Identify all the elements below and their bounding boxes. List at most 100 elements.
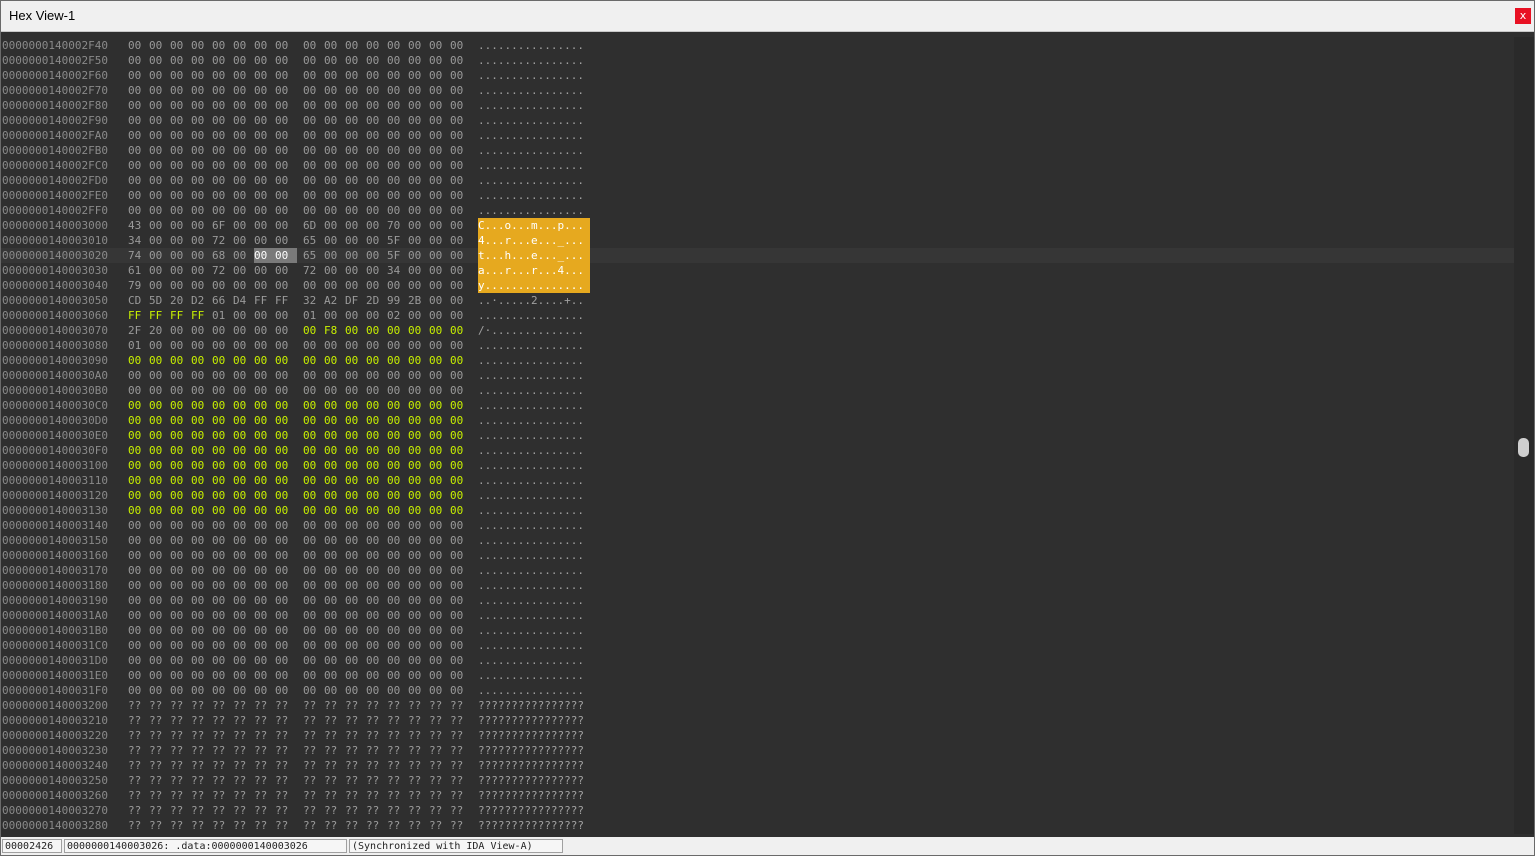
hex-byte[interactable]: 00 xyxy=(387,368,409,383)
hex-byte[interactable]: 00 xyxy=(275,263,297,278)
hex-byte[interactable]: ?? xyxy=(170,698,192,713)
hex-byte[interactable]: 00 xyxy=(429,128,451,143)
hex-byte[interactable]: 00 xyxy=(212,158,234,173)
hex-byte[interactable]: 00 xyxy=(275,473,297,488)
hex-byte[interactable]: ?? xyxy=(450,728,472,743)
hex-byte[interactable]: 00 xyxy=(233,608,255,623)
hex-byte[interactable]: ?? xyxy=(366,743,388,758)
hex-byte[interactable]: 00 xyxy=(366,458,388,473)
hex-byte[interactable]: ?? xyxy=(212,713,234,728)
hex-byte[interactable]: ?? xyxy=(233,818,255,833)
hex-byte[interactable]: 00 xyxy=(170,218,192,233)
hex-byte[interactable]: ?? xyxy=(450,773,472,788)
hex-byte[interactable]: 00 xyxy=(387,488,409,503)
ascii-text[interactable]: ???????????????? xyxy=(478,758,590,773)
hex-byte[interactable]: 00 xyxy=(345,548,367,563)
hex-row[interactable]: 0000000140003110 00 00 00 00 00 00 00 00 00 00 00 00… xyxy=(1,473,1514,488)
hex-byte[interactable]: 00 xyxy=(387,188,409,203)
hex-byte[interactable]: 00 xyxy=(324,353,346,368)
hex-byte[interactable]: 00 xyxy=(170,488,192,503)
hex-byte[interactable]: ?? xyxy=(233,758,255,773)
hex-byte[interactable]: 00 xyxy=(408,398,430,413)
hex-byte[interactable]: 00 xyxy=(429,518,451,533)
hex-byte[interactable]: ?? xyxy=(128,698,150,713)
hex-byte[interactable]: 00 xyxy=(408,458,430,473)
hex-byte[interactable]: 00 xyxy=(128,353,150,368)
ascii-text[interactable]: ???????????????? xyxy=(478,803,590,818)
hex-byte[interactable]: 00 xyxy=(366,113,388,128)
hex-byte[interactable]: 00 xyxy=(408,593,430,608)
hex-byte[interactable]: 00 xyxy=(275,548,297,563)
hex-byte[interactable]: 00 xyxy=(275,233,297,248)
hex-byte[interactable]: 00 xyxy=(128,83,150,98)
hex-byte[interactable]: 20 xyxy=(149,323,171,338)
hex-byte[interactable]: 00 xyxy=(191,518,213,533)
hex-byte[interactable]: 00 xyxy=(212,533,234,548)
hex-byte[interactable]: 00 xyxy=(303,413,325,428)
hex-byte[interactable]: ?? xyxy=(429,698,451,713)
hex-row[interactable]: 0000000140003150 00 00 00 00 00 00 00 00 00 00 00 00… xyxy=(1,533,1514,548)
hex-byte[interactable]: ?? xyxy=(128,728,150,743)
hex-byte[interactable]: 00 xyxy=(387,203,409,218)
hex-byte[interactable]: 00 xyxy=(450,398,472,413)
hex-byte[interactable]: 99 xyxy=(387,293,409,308)
hex-byte[interactable]: 00 xyxy=(450,578,472,593)
hex-byte[interactable]: 00 xyxy=(212,398,234,413)
hex-byte[interactable]: 00 xyxy=(254,683,276,698)
hex-byte[interactable]: ?? xyxy=(366,728,388,743)
hex-byte[interactable]: 00 xyxy=(149,203,171,218)
hex-byte[interactable]: 00 xyxy=(408,548,430,563)
hex-byte[interactable]: ?? xyxy=(303,803,325,818)
hex-byte[interactable]: 00 xyxy=(233,263,255,278)
hex-byte[interactable]: 00 xyxy=(324,98,346,113)
hex-byte[interactable]: 00 xyxy=(254,548,276,563)
hex-byte[interactable]: 00 xyxy=(212,518,234,533)
hex-byte[interactable]: ?? xyxy=(149,773,171,788)
hex-byte[interactable]: 00 xyxy=(212,458,234,473)
hex-byte[interactable]: 00 xyxy=(149,128,171,143)
hex-byte[interactable]: 00 xyxy=(324,548,346,563)
hex-byte[interactable]: 00 xyxy=(303,323,325,338)
hex-byte[interactable]: 00 xyxy=(345,68,367,83)
hex-byte[interactable]: ?? xyxy=(345,728,367,743)
hex-byte[interactable]: 00 xyxy=(324,248,346,263)
hex-byte[interactable]: ?? xyxy=(149,788,171,803)
hex-byte[interactable]: ?? xyxy=(149,758,171,773)
hex-byte[interactable]: 00 xyxy=(254,488,276,503)
hex-byte[interactable]: 01 xyxy=(128,338,150,353)
hex-byte[interactable]: 00 xyxy=(191,368,213,383)
hex-byte[interactable]: 00 xyxy=(275,218,297,233)
ascii-text[interactable]: ................ xyxy=(478,413,590,428)
hex-byte[interactable]: D4 xyxy=(233,293,255,308)
hex-byte[interactable]: 00 xyxy=(128,128,150,143)
hex-byte[interactable]: 00 xyxy=(366,413,388,428)
hex-byte[interactable]: 00 xyxy=(149,68,171,83)
hex-byte[interactable]: 00 xyxy=(324,623,346,638)
hex-byte[interactable]: 00 xyxy=(212,413,234,428)
hex-byte[interactable]: 00 xyxy=(170,113,192,128)
ascii-text[interactable]: C...o...m...p... xyxy=(478,218,590,233)
hex-byte[interactable]: 00 xyxy=(128,203,150,218)
hex-byte[interactable]: 00 xyxy=(191,83,213,98)
hex-byte[interactable]: ?? xyxy=(324,698,346,713)
hex-byte[interactable]: ?? xyxy=(170,773,192,788)
hex-byte[interactable]: 00 xyxy=(191,53,213,68)
hex-byte[interactable]: ?? xyxy=(387,743,409,758)
hex-byte[interactable]: 00 xyxy=(429,188,451,203)
hex-byte[interactable]: D2 xyxy=(191,293,213,308)
hex-byte[interactable]: 00 xyxy=(450,113,472,128)
hex-byte[interactable]: 00 xyxy=(128,173,150,188)
hex-byte[interactable]: 00 xyxy=(275,458,297,473)
hex-byte[interactable]: 00 xyxy=(149,563,171,578)
hex-byte[interactable]: 34 xyxy=(387,263,409,278)
hex-row[interactable]: 0000000140003260????????????????????????… xyxy=(1,788,1514,803)
hex-row[interactable]: 00000001400030E0 00 00 00 00 00 00 00 00 00 00 00 00… xyxy=(1,428,1514,443)
hex-byte[interactable]: 00 xyxy=(408,608,430,623)
hex-byte[interactable]: 00 xyxy=(345,563,367,578)
hex-byte[interactable]: ?? xyxy=(212,728,234,743)
ascii-text[interactable]: ................ xyxy=(478,563,590,578)
hex-byte[interactable]: 00 xyxy=(429,83,451,98)
hex-byte[interactable]: 00 xyxy=(191,443,213,458)
hex-byte[interactable]: 00 xyxy=(366,533,388,548)
hex-byte[interactable]: 00 xyxy=(366,218,388,233)
